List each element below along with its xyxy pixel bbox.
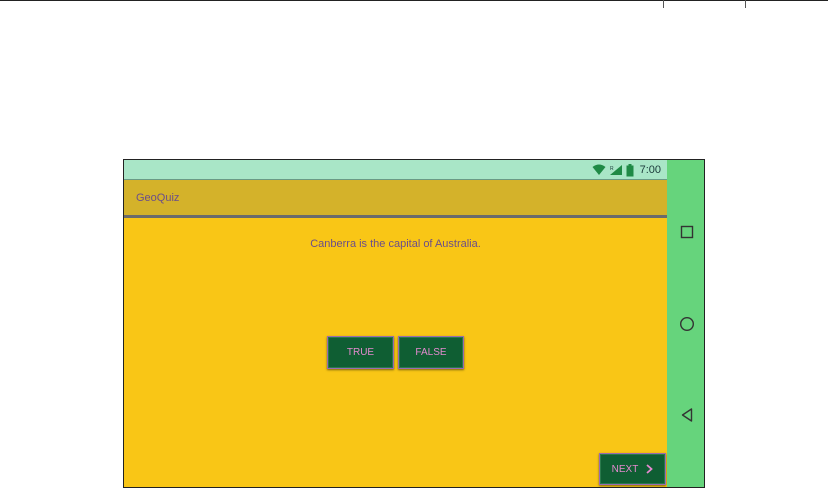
home-button[interactable] [675, 312, 699, 336]
app-bar: GeoQuiz [124, 180, 667, 218]
app-title: GeoQuiz [136, 192, 180, 204]
false-button[interactable]: FALSE [398, 336, 464, 369]
recents-square-icon [680, 225, 694, 239]
true-button[interactable]: TRUE [327, 336, 394, 369]
quiz-content: Canberra is the capital of Australia. TR… [124, 221, 667, 487]
top-divider-tick [663, 0, 664, 8]
emulator-screen: R 7:00 GeoQuiz Canberra is the capital o… [123, 159, 705, 488]
chevron-right-icon [646, 464, 654, 474]
next-button[interactable]: NEXT [599, 453, 666, 485]
status-time: 7:00 [639, 164, 661, 176]
home-circle-icon [679, 316, 695, 332]
battery-icon [626, 163, 634, 176]
top-divider-tick [745, 0, 746, 8]
recents-button[interactable] [675, 220, 699, 244]
false-button-label: FALSE [415, 347, 447, 358]
back-triangle-icon [681, 408, 693, 422]
wifi-icon [592, 164, 606, 175]
top-divider [0, 0, 828, 1]
true-button-label: TRUE [346, 347, 375, 358]
navigation-bar [667, 160, 704, 487]
status-icons: R 7:00 [592, 162, 661, 178]
next-button-label: NEXT [611, 463, 639, 475]
svg-text:R: R [610, 166, 614, 172]
signal-icon: R [609, 165, 622, 175]
back-button[interactable] [675, 403, 699, 427]
question-text: Canberra is the capital of Australia. [310, 238, 481, 250]
status-bar: R 7:00 [124, 160, 667, 180]
